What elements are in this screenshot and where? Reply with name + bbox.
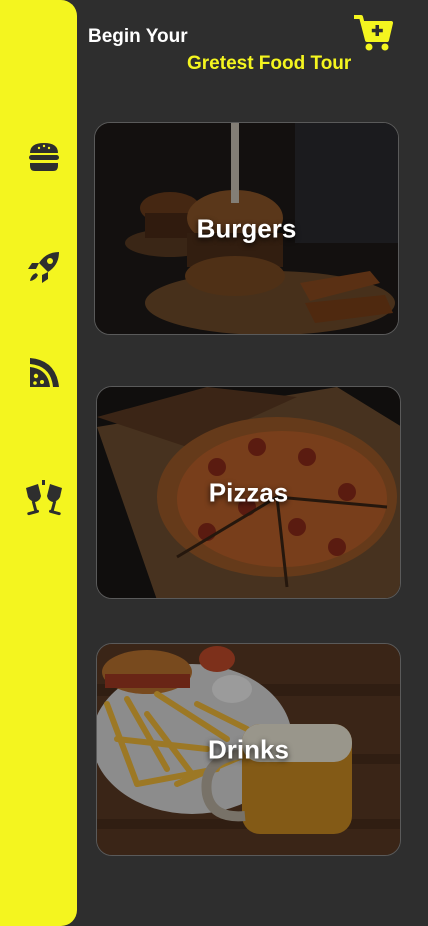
sidebar <box>0 0 77 926</box>
sidebar-item-burgers[interactable] <box>22 135 66 179</box>
header-title-line1: Begin Your <box>88 26 188 47</box>
sidebar-item-pizza[interactable] <box>22 350 66 394</box>
burger-icon <box>29 143 59 171</box>
card-title: Drinks <box>208 734 289 764</box>
category-card-drinks[interactable]: Drinks <box>96 643 401 856</box>
rocket-icon <box>28 252 59 283</box>
glasses-cheers-icon <box>26 480 62 516</box>
category-card-pizzas[interactable]: Pizzas <box>96 386 401 599</box>
category-card-burgers[interactable]: Burgers <box>94 122 399 335</box>
cart-button[interactable] <box>352 14 394 52</box>
card-title: Burgers <box>196 213 297 243</box>
header-title-line2: Gretest Food Tour <box>187 53 352 74</box>
sidebar-item-drinks[interactable] <box>22 477 66 521</box>
pizza-slice-icon <box>30 358 59 387</box>
cart-plus-icon <box>354 15 393 51</box>
sidebar-item-rocket[interactable] <box>22 245 66 289</box>
card-title: Pizzas <box>208 477 289 507</box>
